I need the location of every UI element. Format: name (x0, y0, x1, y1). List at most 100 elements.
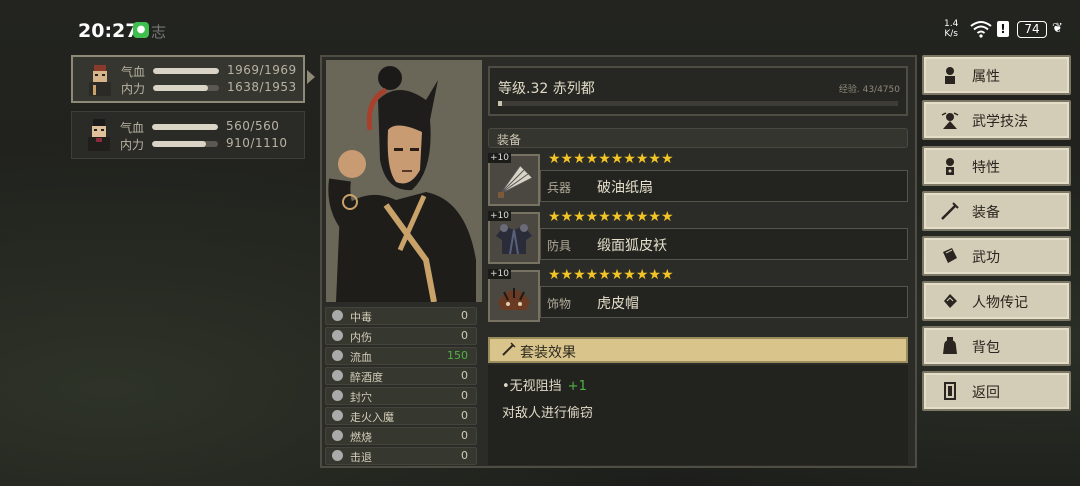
character-portrait-art (326, 60, 482, 302)
enhance-level: +10 (488, 211, 511, 221)
set-effect-description: 对敌人进行偷窃 (502, 406, 594, 421)
door-icon (944, 382, 956, 400)
party-member-2[interactable]: 气血 560/560 内力 910/1110 (71, 111, 305, 159)
mp-value: 1638/1953 (227, 80, 297, 94)
equip-slot-accessory[interactable]: +10 ★★★★★★★★★★ 饰物 虎皮帽 (488, 267, 908, 326)
set-effect-line: •无视阻挡 +1 (502, 375, 587, 394)
equip-field: 兵器 破油纸扇 (540, 170, 908, 202)
menu-label: 背包 (972, 340, 1000, 356)
hp-value: 1969/1969 (227, 63, 297, 77)
blood-icon (332, 350, 343, 361)
book-icon (943, 248, 957, 263)
menu-martial-arts-button[interactable]: 武功 (922, 236, 1071, 276)
wechat-icon: ● (133, 22, 149, 38)
status-label: 中毒 (350, 311, 372, 324)
net-speed-unit: K/s (944, 29, 958, 39)
status-label: 流血 (350, 351, 372, 364)
attributes-icon (945, 67, 955, 84)
party-member-1[interactable]: 气血 1969/1969 内力 1638/1953 (71, 55, 305, 103)
skull-icon (332, 310, 343, 321)
exp-text: 经验. 43/4750 (838, 85, 900, 95)
set-effect-body: •无视阻挡 +1 对敌人进行偷窃 (488, 365, 908, 465)
mp-label: 内力 (121, 82, 146, 96)
menu-label: 人物传记 (972, 295, 1028, 311)
mp-bar (153, 85, 219, 91)
avatar (88, 119, 110, 151)
status-value: 0 (461, 409, 468, 422)
level-and-name: 等级.32 赤列都 (498, 81, 595, 97)
status-effects-list: 中毒 0 内伤 0 流血 150 醉酒度 0 封穴 0 走火入魔 0 燃烧 0 … (325, 307, 477, 467)
star-rating: ★★★★★★★★★★ (548, 209, 674, 225)
bag-icon (943, 337, 957, 354)
yin-yang-icon (332, 410, 343, 421)
status-row-drunk: 醉酒度 0 (325, 367, 477, 385)
hp-label: 气血 (121, 65, 146, 79)
menu-trait-button[interactable]: 特性 (922, 146, 1071, 186)
status-row-knockback: 击退 0 (325, 447, 477, 465)
menu-bag-button[interactable]: 背包 (922, 326, 1071, 366)
menu-return-button[interactable]: 返回 (922, 371, 1071, 411)
status-label: 醉酒度 (350, 371, 383, 384)
drunk-icon (332, 370, 343, 381)
martial-skill-icon (941, 112, 959, 129)
menu-label: 特性 (972, 160, 1000, 176)
menu-equipment-button[interactable]: 装备 (922, 191, 1071, 231)
selection-arrow-icon (307, 70, 315, 84)
status-label: 走火入魔 (350, 411, 394, 424)
mp-fill (152, 141, 207, 147)
hp-fill (152, 124, 218, 130)
hp-fill (153, 68, 219, 74)
exp-fill (498, 101, 502, 106)
scroll-icon (944, 294, 957, 308)
set-effect-header: 套装效果 (488, 337, 908, 363)
status-value: 0 (461, 389, 468, 402)
battery-indicator: 74 (1017, 21, 1047, 38)
status-value: 0 (461, 309, 468, 322)
pin-icon (332, 390, 343, 401)
alert-icon: ! (997, 21, 1009, 37)
hp-value: 560/560 (226, 119, 280, 133)
set-effect-bonus: +1 (567, 379, 587, 394)
enhance-level: +10 (488, 153, 511, 163)
wifi-icon (970, 21, 992, 38)
menu-label: 武学技法 (972, 114, 1028, 130)
equip-slot-armor[interactable]: +10 ★★★★★★★★★★ 防具 缎面狐皮袄 (488, 209, 908, 268)
set-effect-title: 套装效果 (520, 345, 576, 361)
equip-field: 防具 缎面狐皮袄 (540, 228, 908, 260)
hp-row: 气血 560/560 (120, 119, 300, 135)
status-row-internal-injury: 内伤 0 (325, 327, 477, 345)
status-label: 内伤 (350, 331, 372, 344)
mp-value: 910/1110 (226, 136, 288, 150)
status-value: 150 (447, 349, 468, 362)
status-label: 封穴 (350, 391, 372, 404)
equip-name: 破油纸扇 (597, 180, 653, 196)
menu-label: 装备 (972, 205, 1000, 221)
menu-biography-button[interactable]: 人物传记 (922, 281, 1071, 321)
trait-icon (946, 158, 954, 175)
menu-label: 武功 (972, 250, 1000, 266)
hp-label: 气血 (120, 121, 145, 135)
equip-name: 虎皮帽 (597, 296, 639, 312)
fire-icon (332, 430, 343, 441)
menu-attributes-button[interactable]: 属性 (922, 55, 1071, 95)
menu-label: 属性 (972, 69, 1000, 85)
equip-slot-weapon[interactable]: +10 ★★★★★★★★★★ 兵器 破油纸扇 (488, 151, 908, 210)
menu-label: 返回 (972, 385, 1000, 401)
status-time: 20:27 (78, 20, 139, 42)
sword-icon (502, 342, 516, 356)
mp-row: 内力 910/1110 (120, 136, 300, 152)
broken-heart-icon (332, 330, 343, 341)
hp-bar (152, 124, 218, 130)
exp-bar (498, 101, 898, 106)
status-row-sealed: 封穴 0 (325, 387, 477, 405)
status-row-qi-deviation: 走火入魔 0 (325, 407, 477, 425)
status-value: 0 (461, 329, 468, 342)
enhance-level: +10 (488, 269, 511, 279)
mp-row: 内力 1638/1953 (121, 80, 301, 96)
equip-type: 防具 (547, 239, 572, 253)
hp-bar (153, 68, 219, 74)
menu-martial-skill-button[interactable]: 武学技法 (922, 100, 1071, 140)
status-label: 击退 (350, 451, 372, 464)
knockback-icon (332, 450, 343, 461)
level-box: 等级.32 赤列都 经验. 43/4750 (488, 66, 908, 116)
